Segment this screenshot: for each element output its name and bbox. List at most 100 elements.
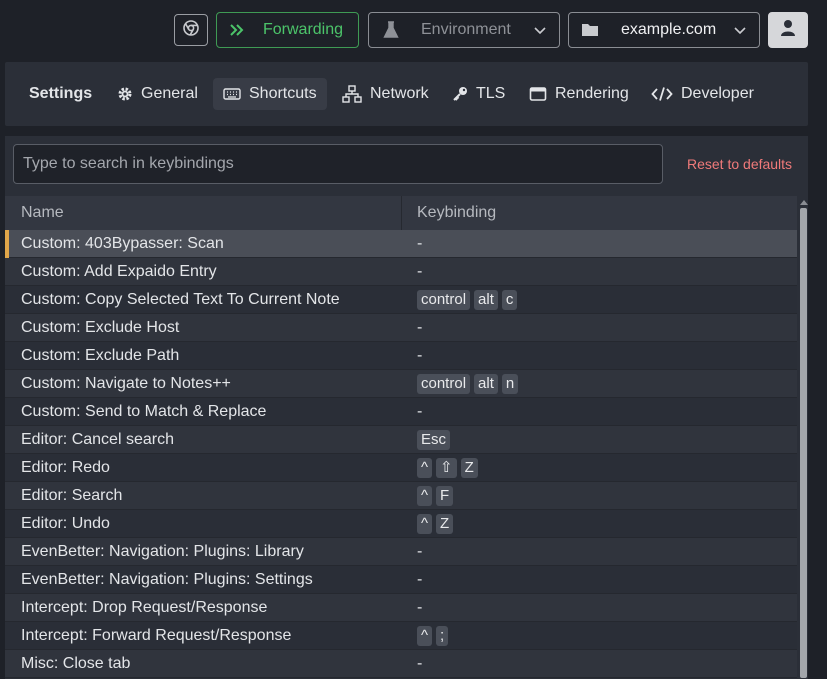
column-divider[interactable]	[401, 196, 402, 230]
table-row[interactable]: Editor: Search ^ F	[5, 482, 797, 510]
table-row[interactable]: Editor: Undo ^ Z	[5, 510, 797, 538]
chevron-down-icon	[533, 24, 547, 42]
scroll-up-arrow-icon[interactable]	[800, 200, 808, 205]
key-badge: Z	[436, 514, 454, 534]
table-scrollbar[interactable]	[799, 196, 808, 679]
shortcuts-panel: Reset to defaults Name Keybinding Custom…	[5, 136, 808, 679]
keybinding-cell[interactable]: -	[417, 318, 422, 338]
key-badge: Esc	[417, 430, 451, 450]
keyboard-icon	[223, 87, 241, 101]
table-row[interactable]: Intercept: Forward Request/Response ^;	[5, 622, 797, 650]
keybinding-cell[interactable]: ^ ⇧ Z	[417, 458, 478, 478]
tab-shortcuts-label: Shortcuts	[249, 85, 317, 102]
keybinding-name: Editor: Undo	[21, 515, 110, 532]
tab-general[interactable]: General	[117, 78, 198, 110]
keybinding-cell[interactable]: ^;	[417, 626, 449, 646]
keybinding-name: Editor: Search	[21, 487, 123, 504]
keybinding-cell[interactable]: ^ Z	[417, 514, 454, 534]
table-row[interactable]: Custom: Copy Selected Text To Current No…	[5, 286, 797, 314]
settings-title: Settings	[29, 85, 93, 102]
table-row[interactable]: Editor: Redo ^ ⇧ Z	[5, 454, 797, 482]
tab-shortcuts[interactable]: Shortcuts	[213, 78, 327, 110]
table-row[interactable]: Custom: 403Bypasser: Scan -	[5, 230, 797, 258]
keybinding-cell[interactable]: -	[417, 402, 422, 422]
table-row[interactable]: Editor: Cancel search Esc	[5, 426, 797, 454]
tab-developer[interactable]: Developer	[651, 78, 754, 110]
no-binding-marker: -	[417, 571, 423, 588]
keybinding-cell[interactable]: control alt n	[417, 374, 519, 394]
keybinding-name: Editor: Redo	[21, 459, 110, 476]
keybinding-name: Custom: Add Expaido Entry	[21, 263, 217, 280]
tab-network-label: Network	[370, 85, 429, 102]
reset-defaults-link[interactable]: Reset to defaults	[687, 156, 792, 172]
flask-icon	[383, 21, 401, 39]
key-badge: ⇧	[436, 458, 457, 478]
key-badge: alt	[474, 374, 498, 394]
keybinding-cell[interactable]: -	[417, 654, 422, 674]
keybinding-cell[interactable]: -	[417, 542, 422, 562]
keybinding-cell[interactable]: control alt c	[417, 290, 518, 310]
table-row[interactable]: Custom: Send to Match & Replace -	[5, 398, 797, 426]
keybinding-cell[interactable]: Esc	[417, 430, 451, 450]
keybinding-cell[interactable]: ^ F	[417, 486, 454, 506]
table-row[interactable]: Custom: Add Expaido Entry -	[5, 258, 797, 286]
tab-rendering[interactable]: Rendering	[529, 78, 629, 110]
no-binding-marker: -	[417, 655, 423, 672]
tab-developer-label: Developer	[681, 85, 754, 102]
keybinding-name: Custom: Send to Match & Replace	[21, 403, 267, 420]
table-row[interactable]: Misc: Close tab -	[5, 650, 797, 678]
table-row[interactable]: Custom: Exclude Path -	[5, 342, 797, 370]
key-badge: control	[417, 290, 471, 310]
keybinding-cell[interactable]: -	[417, 346, 422, 366]
user-menu-button[interactable]	[768, 12, 808, 48]
no-binding-marker: -	[417, 263, 423, 280]
key-icon	[452, 86, 468, 102]
keybinding-cell[interactable]: -	[417, 598, 422, 618]
column-header-keybinding[interactable]: Keybinding	[417, 204, 496, 222]
key-badge: ^	[417, 514, 433, 534]
forwarding-label: Forwarding	[263, 21, 344, 38]
tab-rendering-label: Rendering	[555, 85, 629, 102]
column-header-name[interactable]: Name	[21, 204, 64, 222]
settings-tab-bar: Settings General Shortcuts Network TLS R…	[5, 62, 808, 126]
key-badge: ^	[417, 458, 433, 478]
keybinding-name: Custom: 403Bypasser: Scan	[21, 235, 224, 252]
table-row[interactable]: Custom: Exclude Host -	[5, 314, 797, 342]
double-chevron-right-icon	[229, 23, 247, 37]
chevron-down-icon	[733, 24, 747, 42]
key-badge: F	[436, 486, 454, 506]
keybinding-name: Intercept: Forward Request/Response	[21, 627, 292, 644]
tab-network[interactable]: Network	[342, 78, 429, 110]
keybinding-cell[interactable]: -	[417, 234, 422, 254]
tab-tls-label: TLS	[476, 85, 506, 102]
window-icon	[529, 86, 547, 102]
key-badge: Z	[460, 458, 478, 478]
table-row[interactable]: Custom: Navigate to Notes++ control alt n	[5, 370, 797, 398]
tab-tls[interactable]: TLS	[452, 78, 505, 110]
forwarding-button[interactable]: Forwarding	[216, 12, 359, 48]
environment-label: Environment	[421, 21, 511, 38]
key-badge: control	[417, 374, 471, 394]
keybinding-name: Misc: Close tab	[21, 655, 131, 672]
keybinding-cell[interactable]: -	[417, 570, 422, 590]
table-row[interactable]: Intercept: Drop Request/Response -	[5, 594, 797, 622]
browser-button[interactable]	[174, 14, 208, 46]
table-row[interactable]: EvenBetter: Navigation: Plugins: Library…	[5, 538, 797, 566]
keybinding-name: EvenBetter: Navigation: Plugins: Setting…	[21, 571, 313, 588]
top-bar: Forwarding Environment example.com	[0, 0, 827, 60]
keybinding-table: Custom: 403Bypasser: Scan - Custom: Add Ex…	[5, 230, 797, 679]
keybinding-search-input[interactable]	[13, 144, 663, 184]
keybinding-cell[interactable]: -	[417, 262, 422, 282]
project-select[interactable]: example.com	[568, 12, 760, 48]
keybinding-name: EvenBetter: Navigation: Plugins: Library	[21, 543, 304, 560]
key-badge: ^	[417, 626, 433, 646]
keybinding-name: Custom: Exclude Host	[21, 319, 180, 336]
key-badge: alt	[474, 290, 498, 310]
scroll-thumb[interactable]	[800, 208, 807, 678]
tab-general-label: General	[141, 85, 198, 102]
no-binding-marker: -	[417, 235, 423, 252]
keybinding-name: Editor: Cancel search	[21, 431, 174, 448]
table-row[interactable]: EvenBetter: Navigation: Plugins: Setting…	[5, 566, 797, 594]
environment-select[interactable]: Environment	[368, 12, 560, 48]
keybinding-name: Custom: Exclude Path	[21, 347, 180, 364]
